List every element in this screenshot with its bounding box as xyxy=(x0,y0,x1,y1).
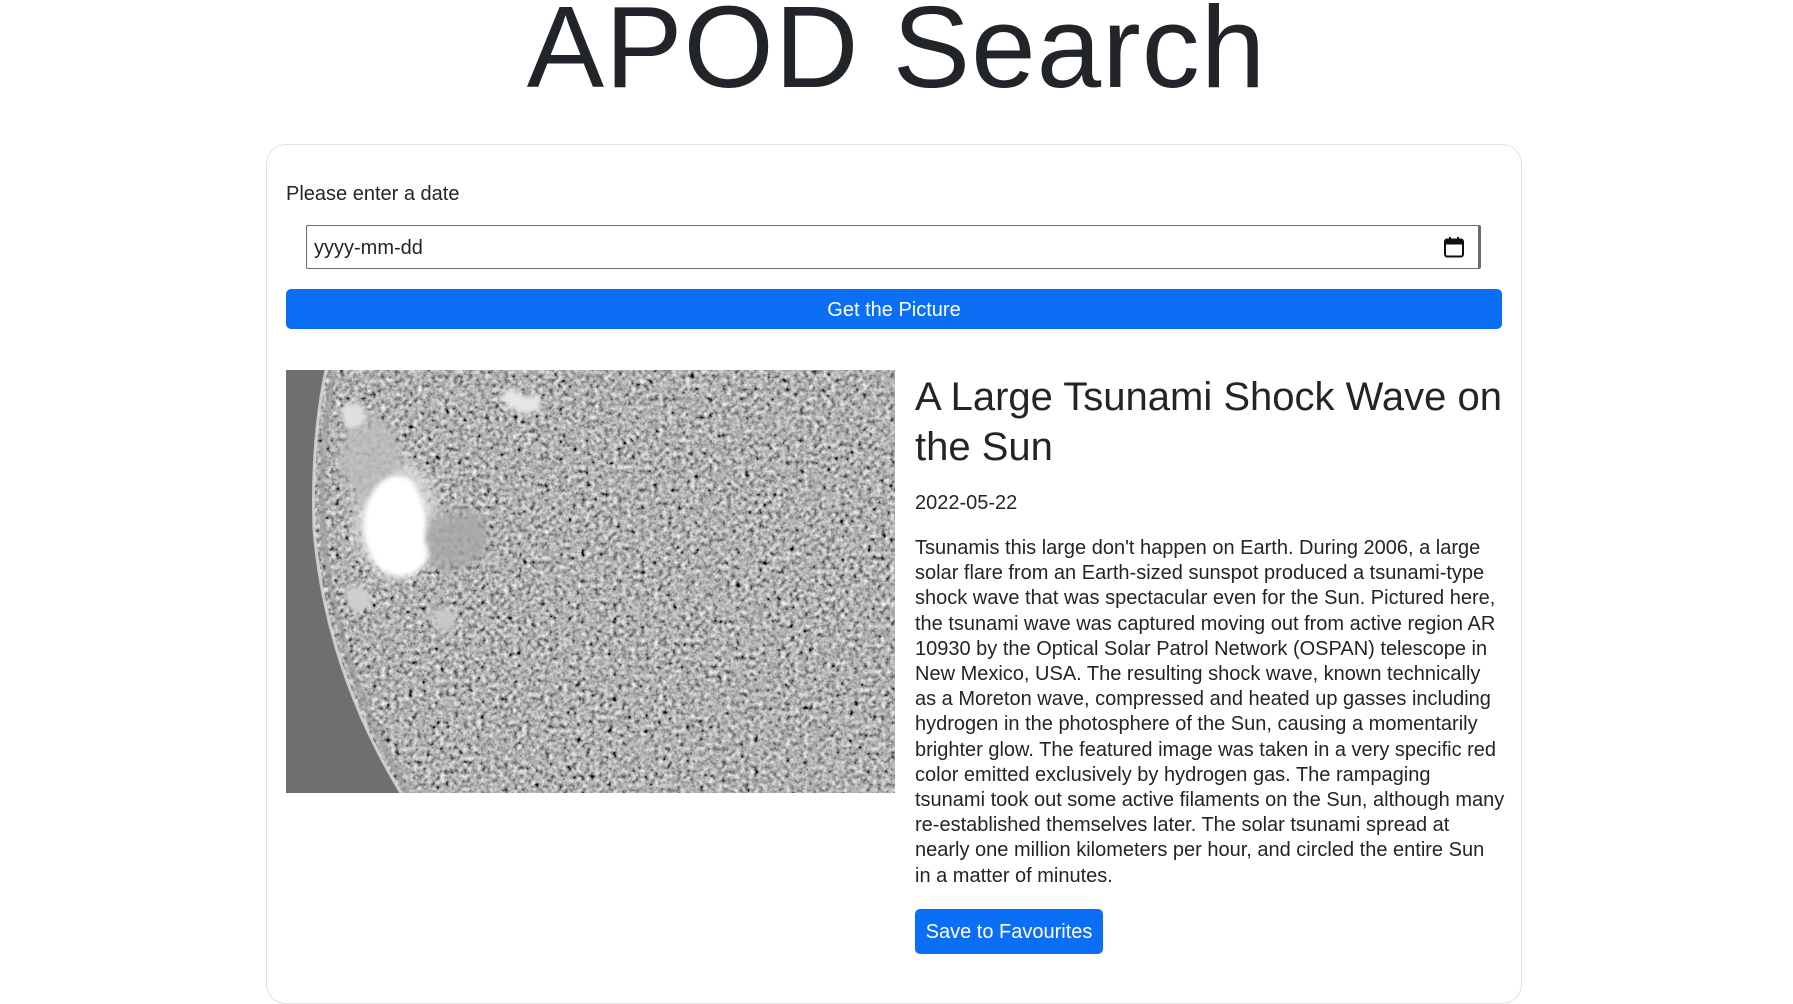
get-picture-button[interactable]: Get the Picture xyxy=(286,289,1502,329)
solar-surface-image xyxy=(286,370,895,793)
date-label: Please enter a date xyxy=(286,183,460,205)
date-input[interactable]: yyyy-mm-dd xyxy=(306,225,1481,269)
calendar-icon[interactable] xyxy=(1443,236,1465,258)
save-to-favourites-button[interactable]: Save to Favourites xyxy=(915,909,1103,954)
date-input-placeholder[interactable]: yyyy-mm-dd xyxy=(314,236,423,260)
apod-date: 2022-05-22 xyxy=(915,492,1018,514)
apod-explanation: Tsunamis this large don't happen on Eart… xyxy=(915,537,1505,887)
page-title: APOD Search xyxy=(526,0,1267,112)
apod-title: A Large Tsunami Shock Wave on the Sun xyxy=(915,375,1502,469)
apod-image xyxy=(286,370,895,793)
